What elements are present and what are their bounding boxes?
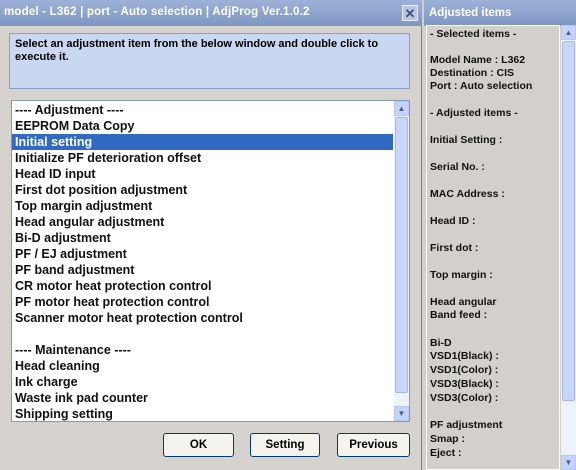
instruction-text: Select an adjustment item from the below… [9, 33, 410, 89]
selected-items-header: - Selected items - [430, 28, 517, 40]
adjusted-items-header: - Adjusted items - [430, 107, 518, 119]
first-dot-status: First dot : [430, 242, 479, 254]
list-item[interactable]: EEPROM Data Copy [12, 118, 393, 134]
adjusted-items-panel: Adjusted items - Selected items - Model … [424, 0, 576, 470]
vsd3-black-status: VSD3(Black) : [430, 378, 499, 390]
previous-button[interactable]: Previous [337, 433, 410, 457]
list-item[interactable]: Scanner motor heat protection control [12, 310, 393, 326]
smap-status: Smap : [430, 433, 466, 445]
list-items: ---- Adjustment ---- EEPROM Data Copy Init… [12, 102, 393, 421]
list-item[interactable]: Initial setting [12, 134, 393, 150]
ok-button[interactable]: OK [163, 433, 234, 457]
arrow-down-icon[interactable]: ▼ [561, 455, 576, 470]
list-item[interactable]: Top margin adjustment [12, 198, 393, 214]
serial-no-status: Serial No. : [430, 161, 485, 173]
vsd1-color-status: VSD1(Color) : [430, 364, 499, 376]
panel-title-bar: Adjusted items [424, 0, 576, 26]
arrow-down-icon[interactable]: ▼ [394, 406, 409, 421]
close-icon[interactable]: ✕ [402, 5, 418, 21]
list-item[interactable] [12, 326, 393, 342]
list-item[interactable]: Shipping setting [12, 406, 393, 421]
list-scrollbar[interactable]: ▲ ▼ [394, 101, 409, 421]
list-item[interactable]: Waste ink pad counter [12, 390, 393, 406]
list-item[interactable]: Head ID input [12, 166, 393, 182]
list-item[interactable]: First dot position adjustment [12, 182, 393, 198]
mac-address-status: MAC Address : [430, 188, 505, 200]
setting-button[interactable]: Setting [250, 433, 320, 457]
list-item[interactable]: ---- Adjustment ---- [12, 102, 393, 118]
scrollbar-thumb[interactable] [562, 41, 575, 401]
list-item[interactable]: PF motor heat protection control [12, 294, 393, 310]
arrow-up-icon[interactable]: ▲ [561, 25, 576, 40]
list-item[interactable]: ---- Maintenance ---- [12, 342, 393, 358]
vsd3-color-status: VSD3(Color) : [430, 392, 499, 404]
panel-body: - Selected items - Model Name : L362 Des… [426, 25, 560, 470]
band-feed-status: Band feed : [430, 309, 488, 321]
panel-title: Adjusted items [429, 7, 512, 19]
title-bar: model - L362 | port - Auto selection | A… [0, 0, 422, 26]
scrollbar-thumb[interactable] [395, 117, 408, 393]
list-item[interactable]: Bi-D adjustment [12, 230, 393, 246]
initial-setting-status: Initial Setting : [430, 134, 503, 146]
adjprog-window: model - L362 | port - Auto selection | A… [0, 0, 422, 470]
list-item[interactable]: PF / EJ adjustment [12, 246, 393, 262]
list-item[interactable]: Initialize PF deterioration offset [12, 150, 393, 166]
window-title: model - L362 | port - Auto selection | A… [4, 6, 310, 18]
list-item[interactable]: Ink charge [12, 374, 393, 390]
head-angular-label: Head angular [430, 296, 497, 308]
port: Port : Auto selection [430, 80, 533, 92]
list-item[interactable]: CR motor heat protection control [12, 278, 393, 294]
head-id-status: Head ID : [430, 215, 476, 227]
top-margin-status: Top margin : [430, 269, 493, 281]
vsd1-black-status: VSD1(Black) : [430, 350, 499, 362]
list-item[interactable]: Head cleaning [12, 358, 393, 374]
destination: Destination : CIS [430, 67, 515, 79]
list-item[interactable]: Head angular adjustment [12, 214, 393, 230]
arrow-up-icon[interactable]: ▲ [394, 101, 409, 116]
adjustment-list[interactable]: ---- Adjustment ---- EEPROM Data Copy Init… [11, 100, 410, 422]
bi-d-label: Bi-D [430, 337, 452, 349]
list-item[interactable]: PF band adjustment [12, 262, 393, 278]
model-name: Model Name : L362 [430, 54, 526, 66]
panel-scrollbar[interactable]: ▲ ▼ [561, 25, 576, 470]
pf-adjustment-label: PF adjustment [430, 419, 503, 431]
eject-status: Eject : [430, 447, 462, 459]
